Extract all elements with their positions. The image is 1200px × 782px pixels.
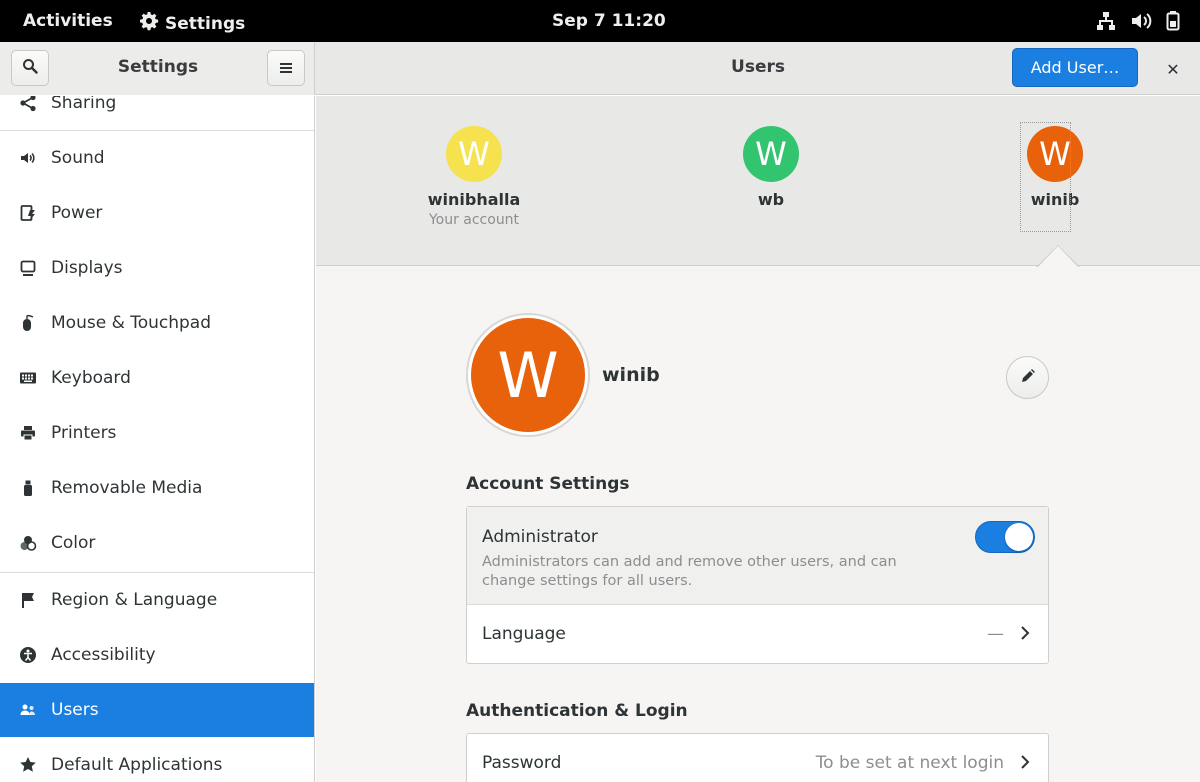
user-avatar-button[interactable]: W: [466, 313, 590, 437]
selection-pointer: [1038, 246, 1078, 267]
password-row[interactable]: Password To be set at next login: [467, 734, 1048, 782]
sidebar-title: Settings: [117, 57, 199, 77]
network-icon[interactable]: [1096, 11, 1116, 36]
account-settings-list: Administrator Administrators can add and…: [466, 506, 1049, 664]
sidebar-item-printers[interactable]: Printers: [0, 406, 314, 460]
language-row[interactable]: Language —: [467, 605, 1048, 663]
administrator-toggle[interactable]: [975, 521, 1035, 553]
power-icon: [19, 204, 37, 222]
search-icon: [22, 58, 38, 78]
usb-icon: [19, 479, 37, 497]
user-card-wb[interactable]: W wb: [711, 126, 831, 209]
hamburger-menu-icon: [279, 59, 293, 78]
close-icon: ✕: [1166, 59, 1180, 79]
sidebar-item-mouse-touchpad[interactable]: Mouse & Touchpad: [0, 296, 314, 350]
password-value: To be set at next login: [815, 753, 1004, 773]
sidebar-item-label: Region & Language: [51, 590, 218, 610]
sidebar-item-label: Default Applications: [51, 755, 223, 775]
share-icon: [19, 96, 37, 112]
avatar: W: [743, 126, 799, 182]
edit-name-button[interactable]: [1006, 356, 1049, 399]
users-panel: W winibhalla Your account W wb W winib W…: [316, 96, 1200, 782]
keyboard-icon: [19, 369, 37, 387]
settings-window: Settings Users Add User… ✕ Sharing Sound: [0, 42, 1200, 782]
sidebar-item-region-language[interactable]: Region & Language: [0, 573, 314, 627]
authentication-login-heading: Authentication & Login: [466, 701, 688, 721]
mouse-icon: [19, 314, 37, 332]
app-menu[interactable]: Settings: [139, 11, 245, 36]
sidebar-item-label: Sound: [51, 148, 105, 168]
sidebar-item-label: Users: [51, 700, 99, 720]
sidebar: Sharing Sound Power Displays Mouse & Tou…: [0, 96, 315, 782]
sidebar-item-displays[interactable]: Displays: [0, 241, 314, 295]
accessibility-icon: [19, 646, 37, 664]
sidebar-item-label: Mouse & Touchpad: [51, 313, 212, 333]
activities-button[interactable]: Activities: [23, 11, 113, 31]
sidebar-item-sharing[interactable]: Sharing: [0, 96, 314, 130]
sidebar-item-default-applications[interactable]: Default Applications: [0, 738, 314, 782]
gear-icon: [139, 11, 159, 36]
sidebar-item-sound[interactable]: Sound: [0, 131, 314, 185]
user-name: winibhalla: [427, 190, 521, 209]
header-bar: Settings Users Add User… ✕: [0, 42, 1200, 95]
printer-icon: [19, 424, 37, 442]
user-subtitle: Your account: [428, 212, 520, 228]
volume-icon[interactable]: [1130, 11, 1152, 36]
speaker-icon: [19, 149, 37, 167]
chevron-right-icon: [1018, 752, 1032, 772]
sidebar-item-label: Sharing: [51, 96, 117, 113]
password-label: Password: [482, 753, 562, 773]
close-button[interactable]: ✕: [1158, 54, 1188, 84]
system-tray[interactable]: [1096, 11, 1180, 36]
app-menu-label: Settings: [165, 13, 246, 34]
toggle-knob: [1005, 523, 1033, 551]
add-user-button[interactable]: Add User…: [1012, 48, 1138, 87]
sidebar-item-removable-media[interactable]: Removable Media: [0, 461, 314, 515]
sidebar-item-label: Keyboard: [51, 368, 131, 388]
language-label: Language: [482, 624, 566, 644]
flag-icon: [19, 591, 37, 609]
sidebar-item-color[interactable]: Color: [0, 516, 314, 570]
administrator-row[interactable]: Administrator Administrators can add and…: [467, 507, 1048, 605]
selection-focus-box: [1020, 122, 1071, 232]
sidebar-item-keyboard[interactable]: Keyboard: [0, 351, 314, 405]
pencil-icon: [1021, 368, 1035, 387]
sidebar-item-users[interactable]: Users: [0, 683, 314, 737]
avatar: W: [446, 126, 502, 182]
sidebar-item-label: Printers: [51, 423, 117, 443]
user-avatar: W: [471, 318, 585, 432]
sidebar-item-label: Displays: [51, 258, 123, 278]
user-accounts-carousel: W winibhalla Your account W wb W winib: [316, 96, 1200, 267]
gnome-top-bar: Activities Settings Sep 7 11:20: [0, 0, 1200, 42]
user-card-winib[interactable]: W winib: [995, 122, 1115, 232]
sidebar-item-label: Power: [51, 203, 103, 223]
sidebar-item-power[interactable]: Power: [0, 186, 314, 240]
chevron-right-icon: [1018, 623, 1032, 643]
display-icon: [19, 259, 37, 277]
main-menu-button[interactable]: [267, 50, 305, 86]
sidebar-item-label: Removable Media: [51, 478, 203, 498]
search-button[interactable]: [11, 50, 49, 86]
language-value: —: [987, 624, 1004, 644]
user-card-winibhalla[interactable]: W winibhalla Your account: [414, 126, 534, 228]
authentication-list: Password To be set at next login: [466, 733, 1049, 782]
sidebar-item-accessibility[interactable]: Accessibility: [0, 628, 314, 682]
sidebar-item-label: Color: [51, 533, 96, 553]
color-icon: [19, 534, 37, 552]
user-full-name: winib: [602, 364, 660, 386]
user-name: wb: [757, 190, 785, 209]
administrator-label: Administrator: [482, 527, 598, 547]
account-settings-heading: Account Settings: [466, 474, 630, 494]
sidebar-item-label: Accessibility: [51, 645, 156, 665]
battery-icon[interactable]: [1166, 11, 1180, 36]
clock[interactable]: Sep 7 11:20: [552, 11, 666, 31]
users-icon: [19, 701, 37, 719]
star-icon: [19, 756, 37, 774]
administrator-description: Administrators can add and remove other …: [482, 554, 897, 589]
